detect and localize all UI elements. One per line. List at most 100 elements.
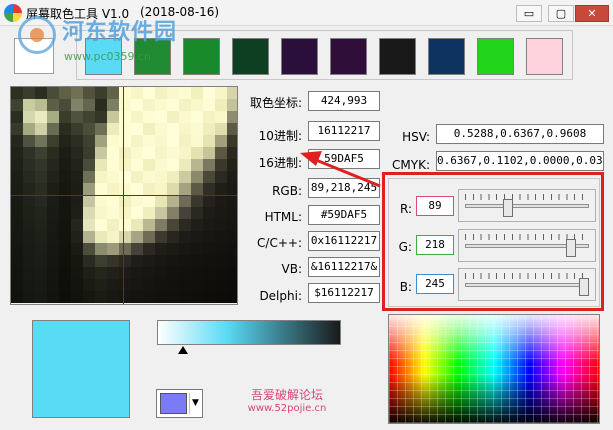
color-dropdown[interactable]: ▼	[156, 389, 203, 418]
picker-swatch[interactable]	[14, 38, 54, 74]
magnifier-pixel	[191, 87, 203, 99]
b-slider[interactable]	[458, 268, 596, 301]
magnifier-pixel	[83, 147, 95, 159]
forum-name: 吾爱破解论坛	[250, 388, 323, 402]
magnifier-pixel	[59, 171, 71, 183]
magnifier-pixel	[59, 135, 71, 147]
magnifier-pixel	[11, 255, 23, 267]
chevron-down-icon[interactable]: ▼	[189, 393, 201, 414]
close-button[interactable]: ✕	[575, 5, 609, 22]
magnifier-pixel	[107, 183, 119, 195]
magnifier-pixel	[155, 291, 167, 303]
magnifier-pixel	[107, 159, 119, 171]
dec-field[interactable]: 16112217	[308, 121, 380, 141]
r-slider-track	[465, 204, 589, 208]
magnifier-pixel	[119, 291, 131, 303]
magnifier-pixel	[107, 99, 119, 111]
history-swatch[interactable]	[428, 38, 465, 75]
g-slider[interactable]	[458, 229, 596, 262]
magnifier-pixel	[47, 279, 59, 291]
magnifier-pixel	[23, 231, 35, 243]
magnifier-pixel	[11, 195, 23, 207]
magnifier-pixel	[167, 243, 179, 255]
magnifier-pixel	[179, 279, 191, 291]
magnifier-pixel	[131, 99, 143, 111]
history-swatch[interactable]	[526, 38, 563, 75]
magnifier-pixel	[35, 195, 47, 207]
vb-field[interactable]: &16112217&	[308, 257, 380, 277]
html-field[interactable]: #59DAF5	[308, 205, 380, 225]
g-label: G:	[398, 240, 412, 254]
magnifier-pixel	[47, 159, 59, 171]
history-swatch[interactable]	[232, 38, 269, 75]
magnifier-pixel	[83, 183, 95, 195]
magnifier[interactable]	[10, 86, 238, 305]
magnifier-pixel	[59, 159, 71, 171]
brightness-gradient-bar[interactable]	[157, 320, 341, 345]
hsv-field[interactable]: 0.5288,0.6367,0.9608	[436, 124, 604, 144]
maximize-button[interactable]: ▢	[548, 5, 574, 22]
magnifier-pixel	[95, 135, 107, 147]
magnifier-pixel	[71, 255, 83, 267]
magnifier-pixel	[203, 291, 215, 303]
magnifier-pixel	[47, 243, 59, 255]
magnifier-pixel	[155, 123, 167, 135]
magnifier-pixel	[131, 183, 143, 195]
magnifier-pixel	[179, 123, 191, 135]
magnifier-pixel	[83, 219, 95, 231]
magnifier-pixel	[35, 243, 47, 255]
hex-field[interactable]: 59DAF5	[308, 149, 380, 169]
magnifier-pixel	[191, 219, 203, 231]
rgb-field[interactable]: 89,218,245	[308, 178, 380, 198]
magnifier-pixel	[11, 207, 23, 219]
magnifier-pixel	[203, 207, 215, 219]
magnifier-pixel	[83, 243, 95, 255]
coord-field[interactable]: 424,993	[308, 91, 380, 111]
magnifier-pixel	[23, 219, 35, 231]
r-value-field[interactable]: 89	[416, 196, 454, 216]
b-value-field[interactable]: 245	[416, 274, 454, 294]
r-slider[interactable]	[458, 189, 596, 222]
magnifier-pixel	[59, 243, 71, 255]
history-swatch[interactable]	[330, 38, 367, 75]
magnifier-pixel	[179, 159, 191, 171]
magnifier-pixel	[71, 111, 83, 123]
history-swatch[interactable]	[379, 38, 416, 75]
r-slider-thumb[interactable]	[503, 199, 514, 217]
magnifier-pixel	[47, 123, 59, 135]
history-swatch[interactable]	[477, 38, 514, 75]
b-slider-thumb[interactable]	[579, 278, 590, 296]
magnifier-pixel	[131, 171, 143, 183]
magnifier-pixel	[203, 147, 215, 159]
magnifier-pixel	[35, 99, 47, 111]
cmyk-field[interactable]: 0.6367,0.1102,0.0000,0.0392	[436, 151, 604, 171]
g-value-field[interactable]: 218	[416, 235, 454, 255]
magnifier-pixel	[35, 291, 47, 303]
color-spectrum-palette[interactable]	[388, 314, 600, 424]
history-swatch[interactable]	[281, 38, 318, 75]
vb-label: VB:	[281, 262, 302, 276]
history-swatch[interactable]	[183, 38, 220, 75]
magnifier-pixel	[95, 279, 107, 291]
magnifier-pixel	[59, 219, 71, 231]
magnifier-pixel	[35, 123, 47, 135]
gradient-marker-icon[interactable]	[178, 346, 188, 354]
magnifier-pixel	[227, 195, 237, 207]
magnifier-pixel	[83, 135, 95, 147]
history-swatch[interactable]	[134, 38, 171, 75]
magnifier-pixel	[95, 87, 107, 99]
magnifier-pixel	[107, 135, 119, 147]
delphi-field[interactable]: $16112217	[308, 283, 380, 303]
magnifier-pixel	[23, 171, 35, 183]
magnifier-pixel	[143, 159, 155, 171]
minimize-button[interactable]: ▭	[516, 5, 542, 22]
magnifier-pixel	[215, 159, 227, 171]
magnifier-pixel	[47, 219, 59, 231]
magnifier-pixel	[227, 243, 237, 255]
magnifier-pixel	[95, 123, 107, 135]
magnifier-pixel	[59, 147, 71, 159]
cpp-field[interactable]: 0x16112217	[308, 231, 380, 251]
history-swatch[interactable]	[85, 38, 122, 75]
magnifier-pixel	[119, 267, 131, 279]
g-slider-thumb[interactable]	[566, 239, 577, 257]
